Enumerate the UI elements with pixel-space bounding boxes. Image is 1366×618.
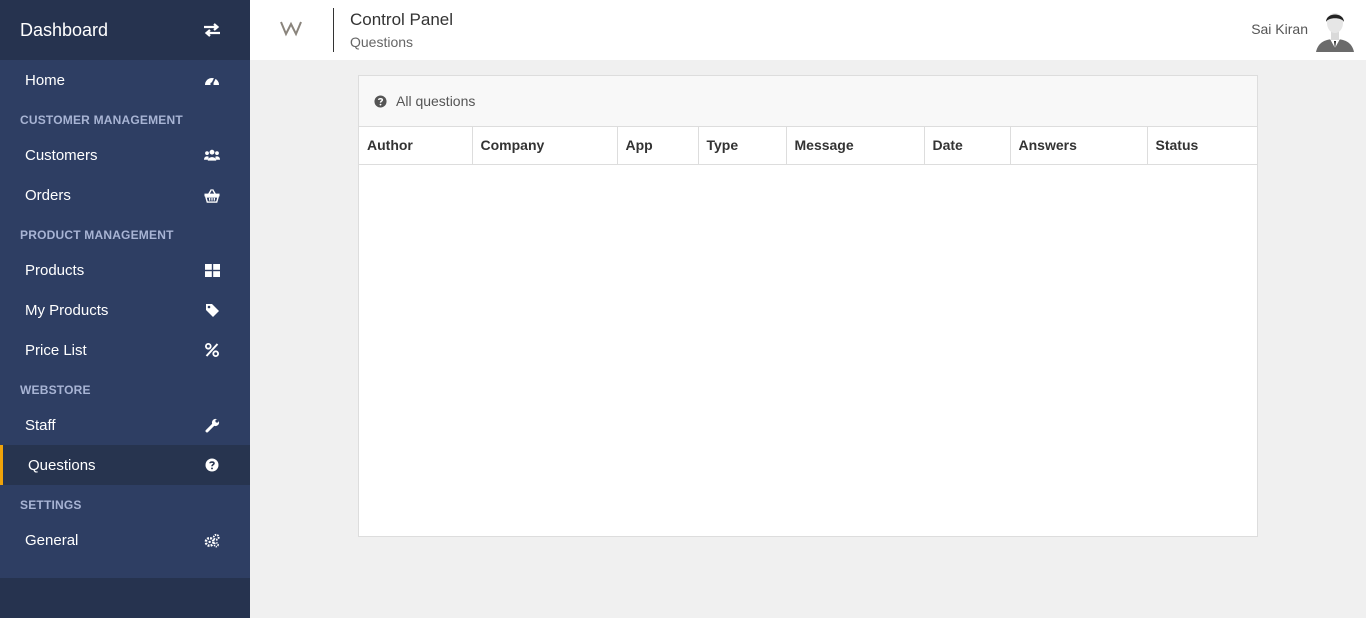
gears-icon bbox=[204, 532, 220, 548]
sidebar-title[interactable]: Dashboard bbox=[20, 20, 108, 41]
sidebar-item-label: Orders bbox=[25, 186, 71, 204]
sidebar-item-price-list[interactable]: Price List bbox=[0, 330, 250, 370]
sidebar-item-general[interactable]: General bbox=[0, 520, 250, 560]
sidebar-item-label: My Products bbox=[25, 301, 109, 319]
sidebar-header: Dashboard bbox=[0, 0, 250, 60]
sidebar-item-products[interactable]: Products bbox=[0, 250, 250, 290]
sidebar-section-settings: SETTINGS bbox=[20, 497, 82, 512]
sidebar-item-orders[interactable]: Orders bbox=[0, 175, 250, 215]
top-bar: Control Panel Questions Sai Kiran bbox=[250, 0, 1366, 60]
basket-icon bbox=[204, 187, 220, 203]
panel-title: All questions bbox=[396, 93, 476, 109]
sidebar-section-webstore: WEBSTORE bbox=[20, 382, 91, 397]
column-header-message[interactable]: Message bbox=[786, 127, 925, 165]
question-circle-icon bbox=[374, 94, 387, 108]
page-subtitle: Questions bbox=[350, 34, 414, 50]
sidebar-item-questions[interactable]: Questions bbox=[0, 445, 250, 485]
sidebar-item-label: Products bbox=[25, 261, 85, 279]
avatar[interactable] bbox=[1314, 8, 1356, 52]
sidebar-item-label: Customers bbox=[25, 146, 98, 164]
sidebar-section-product-management: PRODUCT MANAGEMENT bbox=[20, 227, 174, 242]
sidebar-item-home[interactable]: Home bbox=[0, 60, 250, 100]
sidebar-item-label: Questions bbox=[28, 456, 96, 474]
sidebar-menu: Home CUSTOMER MANAGEMENT Customers Orders PR… bbox=[0, 60, 250, 578]
column-header-company[interactable]: Company bbox=[472, 127, 618, 165]
table-header-row: Author Company App Type Message Date Ans… bbox=[359, 127, 1257, 165]
column-header-date[interactable]: Date bbox=[924, 127, 1011, 165]
user-menu[interactable]: Sai Kiran bbox=[1251, 8, 1356, 52]
user-name[interactable]: Sai Kiran bbox=[1251, 21, 1308, 37]
sidebar-item-customers[interactable]: Customers bbox=[0, 135, 250, 175]
column-header-author[interactable]: Author bbox=[359, 127, 473, 165]
users-icon bbox=[204, 147, 220, 163]
panel-heading: All questions bbox=[359, 76, 1257, 127]
dashboard-icon bbox=[204, 72, 220, 88]
sidebar-item-label: Price List bbox=[25, 341, 87, 359]
sidebar-section-customer-management: CUSTOMER MANAGEMENT bbox=[20, 112, 183, 127]
sidebar-item-label: General bbox=[25, 531, 79, 549]
questions-table: Author Company App Type Message Date Ans… bbox=[359, 127, 1257, 165]
column-header-type[interactable]: Type bbox=[698, 127, 787, 165]
sidebar-item-staff[interactable]: Staff bbox=[0, 405, 250, 445]
grid-icon bbox=[204, 262, 220, 278]
column-header-status[interactable]: Status bbox=[1147, 127, 1257, 165]
sidebar-item-my-products[interactable]: My Products bbox=[0, 290, 250, 330]
tag-icon bbox=[204, 302, 220, 318]
sidebar-footer bbox=[0, 578, 250, 618]
page-title: Control Panel bbox=[350, 10, 454, 29]
brand-logo[interactable] bbox=[280, 19, 302, 37]
sidebar-item-label: Home bbox=[25, 71, 66, 89]
questions-panel: All questions Author Company App Type Me… bbox=[358, 75, 1258, 537]
column-header-app[interactable]: App bbox=[617, 127, 699, 165]
wrench-icon bbox=[204, 417, 220, 433]
topbar-divider bbox=[333, 8, 334, 52]
sidebar-item-label: Staff bbox=[25, 416, 56, 434]
sidebar: Dashboard Home CUSTOMER MANAGEMENT Custome… bbox=[0, 0, 250, 618]
exchange-icon[interactable] bbox=[202, 20, 222, 40]
question-circle-icon bbox=[204, 457, 220, 473]
column-header-answers[interactable]: Answers bbox=[1010, 127, 1148, 165]
percent-icon bbox=[204, 342, 220, 358]
